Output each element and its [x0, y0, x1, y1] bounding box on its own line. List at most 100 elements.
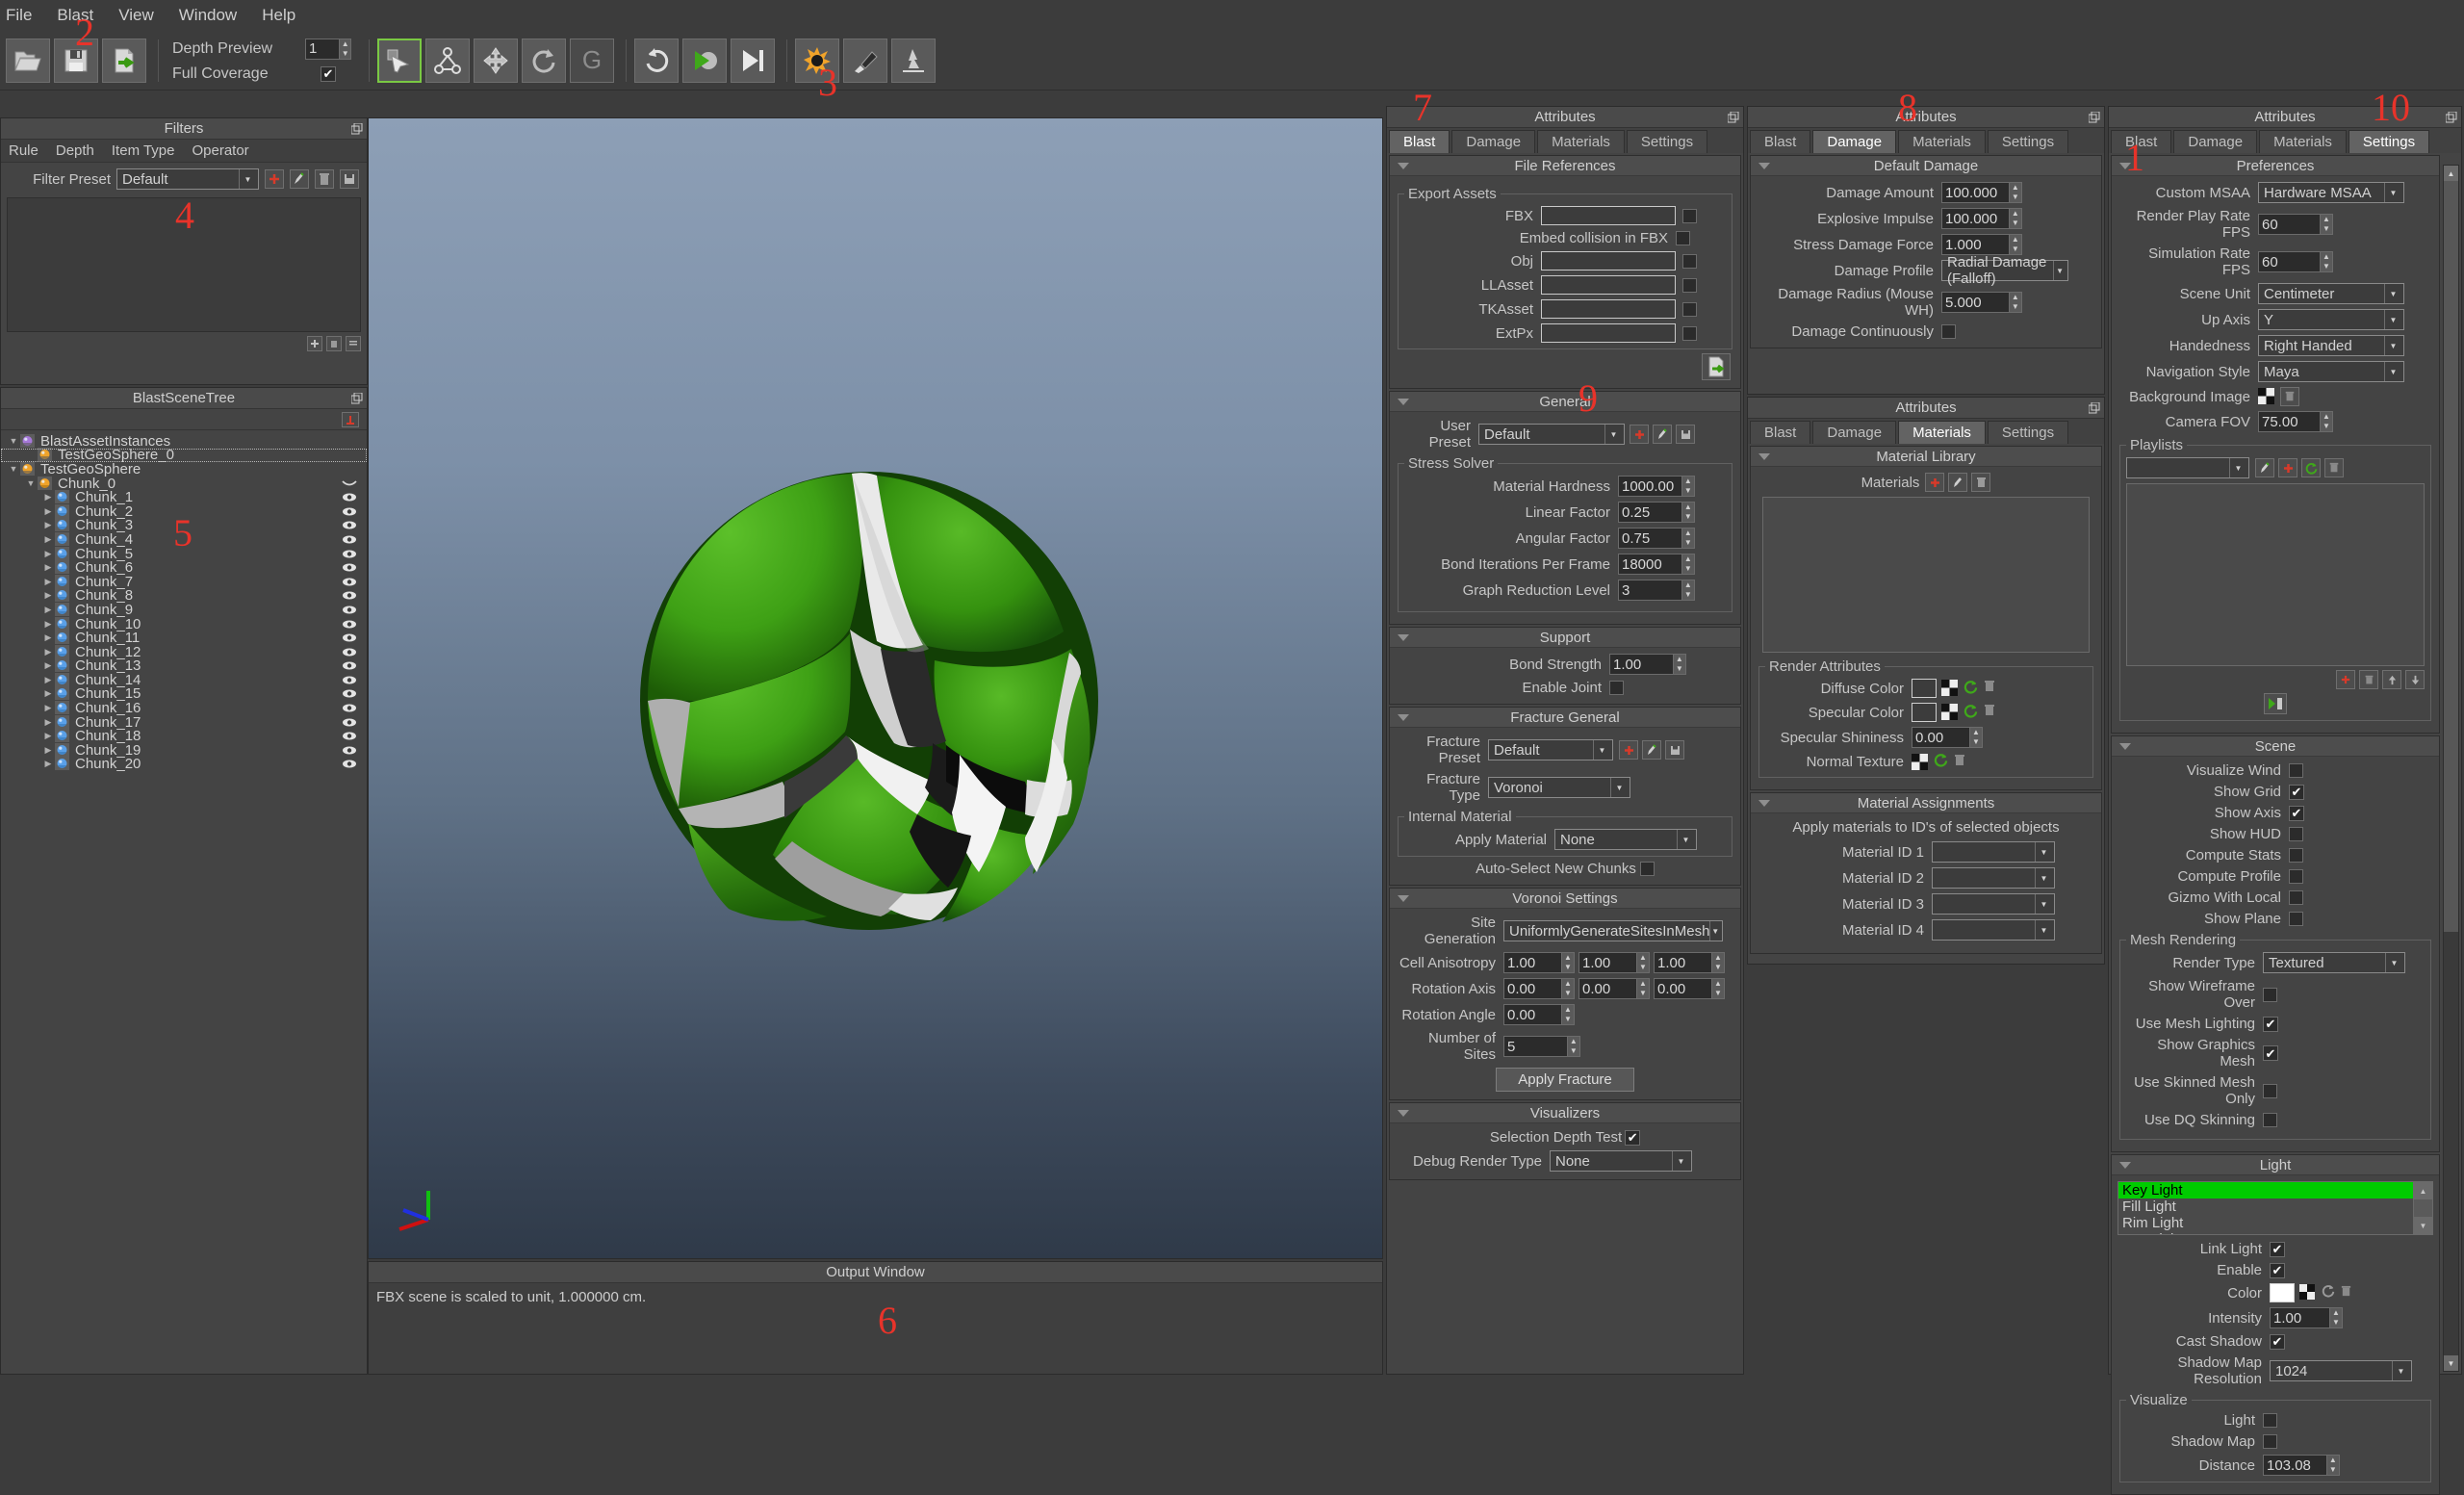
- eye-icon[interactable]: [342, 756, 357, 772]
- chevron-right-icon[interactable]: ▶: [41, 619, 55, 630]
- chevron-right-icon[interactable]: ▶: [41, 506, 55, 517]
- settings-scrollbar[interactable]: ▲ ▼: [2443, 165, 2459, 1372]
- cell-anisotropy-y-input[interactable]: [1579, 953, 1636, 972]
- fracture-type-combo[interactable]: Voronoi ▼: [1488, 777, 1630, 798]
- graph-reduction-level-input[interactable]: [1619, 580, 1681, 600]
- user-preset-combo[interactable]: Default ▼: [1478, 424, 1625, 445]
- simulation-rate-fps-stepper[interactable]: ▲▼: [2258, 251, 2333, 272]
- material-id-4-combo[interactable]: ▼: [1932, 919, 2055, 941]
- obj-field[interactable]: [1541, 251, 1676, 271]
- tree-item-chunk_18[interactable]: ▶ Chunk_18: [1, 728, 367, 744]
- float-panel-icon[interactable]: [350, 122, 363, 135]
- show-plane-checkbox[interactable]: [2289, 912, 2303, 926]
- rotation-axis-z-input[interactable]: [1655, 979, 1711, 998]
- fracture-preset-combo[interactable]: Default ▼: [1488, 739, 1613, 760]
- rotation-angle-stepper[interactable]: ▲▼: [1503, 1004, 1575, 1025]
- tree-item-chunk_16[interactable]: ▶ Chunk_16: [1, 700, 367, 716]
- chevron-right-icon[interactable]: ▶: [41, 703, 55, 713]
- stress-damage-force-input[interactable]: [1942, 235, 2009, 254]
- light-color-reset-icon[interactable]: [2322, 1284, 2335, 1302]
- material-hardness-stepper[interactable]: ▲▼: [1618, 476, 1695, 497]
- rotation-axis-y-input[interactable]: [1579, 979, 1636, 998]
- cast-shadow-checkbox[interactable]: ✔: [2270, 1333, 2285, 1350]
- playlist-refresh-icon[interactable]: [2301, 458, 2321, 477]
- material-edit-icon[interactable]: [1948, 473, 1968, 492]
- tree-item-chunk_13[interactable]: ▶ Chunk_13: [1, 657, 367, 674]
- background-image-delete-icon[interactable]: [2280, 387, 2299, 406]
- stepper-arrows[interactable]: ▲ ▼: [2008, 209, 2021, 228]
- stepper-arrows[interactable]: ▲ ▼: [2008, 183, 2021, 202]
- render-type-combo[interactable]: Textured ▼: [2263, 952, 2405, 973]
- joint-tool-icon[interactable]: [425, 38, 470, 83]
- select-tool-icon[interactable]: [377, 38, 422, 83]
- render-play-rate-fps-input[interactable]: [2259, 215, 2320, 234]
- extpx-browse-checkbox[interactable]: [1682, 325, 1697, 341]
- float-panel-icon[interactable]: [1727, 111, 1739, 123]
- filter-column-item-type[interactable]: Item Type: [112, 142, 175, 159]
- light-list-scroll-up-icon[interactable]: ▲: [2414, 1182, 2432, 1199]
- visualize-wind-checkbox[interactable]: [2289, 763, 2303, 778]
- light-color-swatch[interactable]: [2270, 1283, 2295, 1302]
- fbx-browse-checkbox[interactable]: [1682, 208, 1697, 223]
- cell-anisotropy-y[interactable]: ▲▼: [1578, 952, 1650, 973]
- camera-fov-input[interactable]: [2259, 412, 2320, 431]
- tab-settings[interactable]: Settings: [2348, 130, 2430, 153]
- tab-materials[interactable]: Materials: [1898, 421, 1986, 444]
- rotation-axis-x[interactable]: ▲▼: [1503, 978, 1575, 999]
- chevron-right-icon[interactable]: ▶: [41, 717, 55, 728]
- use-skinned-mesh-only-checkbox[interactable]: [2263, 1083, 2277, 1098]
- use-mesh-lighting-checkbox[interactable]: ✔: [2263, 1016, 2278, 1032]
- attributes-tabs-materials[interactable]: Blast Damage Materials Settings: [1748, 419, 2104, 444]
- tree-item-chunk_12[interactable]: ▶ Chunk_12: [1, 644, 367, 660]
- preferences-header[interactable]: Preferences: [2112, 156, 2439, 176]
- tree-item-chunk_1[interactable]: ▶ Chunk_1: [1, 489, 367, 505]
- menu-item-help[interactable]: Help: [262, 6, 295, 25]
- bond-iterations-per-frame-stepper[interactable]: ▲▼: [1618, 554, 1695, 575]
- playlist-item-delete-icon[interactable]: [2359, 670, 2378, 689]
- tree-item-chunk_20[interactable]: ▶ Chunk_20: [1, 756, 367, 772]
- tkasset-field[interactable]: [1541, 299, 1676, 319]
- diffuse-delete-icon[interactable]: [1983, 680, 1996, 697]
- gizmo-g-icon[interactable]: G: [570, 38, 614, 83]
- general-header[interactable]: General: [1390, 392, 1740, 412]
- stepper-arrows[interactable]: ▲ ▼: [1681, 477, 1694, 496]
- stepper-arrows[interactable]: ▲ ▼: [1681, 503, 1694, 522]
- chevron-down-icon[interactable]: ▼: [7, 436, 20, 446]
- filter-preset-combo[interactable]: Default ▼: [116, 168, 259, 190]
- specular-color-swatch[interactable]: [1912, 703, 1937, 722]
- apply-material-combo[interactable]: None ▼: [1554, 829, 1697, 850]
- show-hud-checkbox[interactable]: [2289, 827, 2303, 841]
- normal-texture-icon[interactable]: [1912, 753, 1929, 771]
- menu-item-view[interactable]: View: [118, 6, 154, 25]
- chevron-down-icon[interactable]: ▼: [24, 478, 38, 488]
- float-panel-icon[interactable]: [350, 392, 363, 404]
- playlist-items-list[interactable]: [2126, 483, 2425, 666]
- bond-iterations-per-frame-input[interactable]: [1619, 554, 1681, 574]
- explosive-impulse-stepper[interactable]: ▲▼: [1941, 208, 2022, 229]
- shadow-map-resolution-combo[interactable]: 1024 ▼: [2270, 1360, 2412, 1381]
- chevron-right-icon[interactable]: ▶: [41, 660, 55, 671]
- material-assignments-header[interactable]: Material Assignments: [1751, 793, 2101, 813]
- scene-unit-combo[interactable]: Centimeter ▼: [2258, 283, 2404, 304]
- llasset-field[interactable]: [1541, 275, 1676, 295]
- playlist-item-add-icon[interactable]: [2336, 670, 2355, 689]
- number-of-sites-input[interactable]: [1504, 1037, 1567, 1056]
- translate-tool-icon[interactable]: [474, 38, 518, 83]
- play-simulation-icon[interactable]: [682, 38, 727, 83]
- chevron-right-icon[interactable]: ▶: [41, 632, 55, 643]
- stepper-arrows[interactable]: ▲ ▼: [1681, 580, 1694, 600]
- camera-fov-stepper[interactable]: ▲▼: [2258, 411, 2333, 432]
- tab-damage[interactable]: Damage: [1812, 130, 1897, 153]
- light-list-scroll-thumb[interactable]: [2414, 1199, 2432, 1217]
- tkasset-browse-checkbox[interactable]: [1682, 301, 1697, 317]
- light-list-item-rim-light[interactable]: Rim Light: [2118, 1215, 2413, 1231]
- up-axis-combo[interactable]: Y ▼: [2258, 309, 2404, 330]
- visualizers-header[interactable]: Visualizers: [1390, 1103, 1740, 1123]
- tree-item-chunk_8[interactable]: ▶ Chunk_8: [1, 587, 367, 604]
- bond-strength-stepper[interactable]: ▲▼: [1609, 654, 1686, 675]
- light-list[interactable]: Key LightFill LightRim LightEye Light: [2118, 1181, 2414, 1235]
- light-header[interactable]: Light: [2112, 1155, 2439, 1175]
- cell-anisotropy-x[interactable]: ▲▼: [1503, 952, 1575, 973]
- attributes-tabs-damage[interactable]: Blast Damage Materials Settings: [1748, 128, 2104, 153]
- tab-settings[interactable]: Settings: [1626, 130, 1708, 153]
